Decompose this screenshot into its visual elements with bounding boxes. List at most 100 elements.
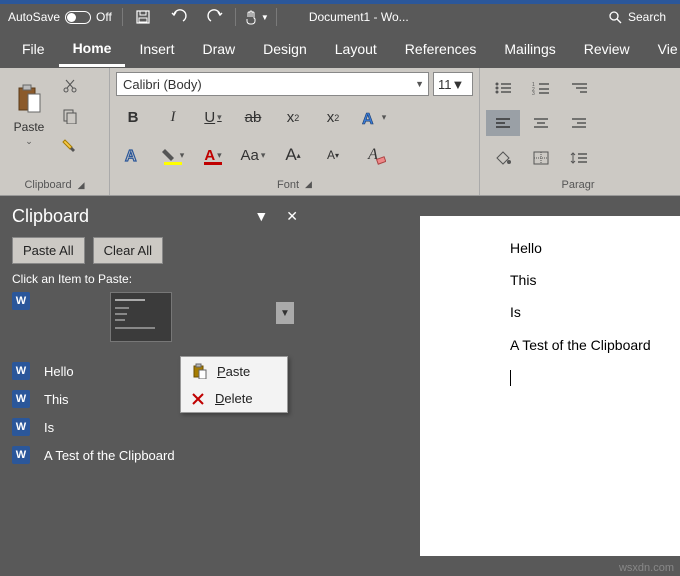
highlight-button[interactable]: ▾ (156, 141, 190, 169)
chevron-down-icon: ▾ (180, 150, 185, 161)
chevron-down-icon: ▼ (415, 79, 424, 89)
underline-button[interactable]: U▾ (196, 104, 230, 132)
multilevel-button[interactable] (562, 75, 596, 101)
ribbon-tabs: File Home Insert Draw Design Layout Refe… (0, 30, 680, 68)
line-spacing-icon (570, 150, 588, 166)
align-left-button[interactable] (486, 110, 520, 136)
tab-references[interactable]: References (391, 33, 491, 65)
clipboard-pane: Clipboard ▼ ✕ Paste All Clear All Click … (0, 196, 310, 576)
font-name-select[interactable]: Calibri (Body)▼ (116, 72, 429, 96)
context-delete[interactable]: Delete (181, 385, 287, 412)
toggle-icon (65, 11, 91, 24)
change-case-button[interactable]: Aa▾ (236, 141, 270, 169)
group-clipboard: Paste ⌄ Clipboard ◢ (0, 68, 110, 195)
bullets-button[interactable] (486, 75, 520, 101)
autosave-state: Off (96, 10, 112, 24)
title-bar: AutoSave Off ▼ Document1 - Wo... Search (0, 0, 680, 30)
numbering-button[interactable]: 123 (524, 75, 558, 101)
align-right-button[interactable] (562, 110, 596, 136)
borders-icon (532, 150, 550, 166)
tab-draw[interactable]: Draw (188, 33, 249, 65)
clipboard-item[interactable]: W Is (12, 418, 298, 436)
undo-button[interactable] (161, 4, 197, 30)
dialog-launcher-icon[interactable]: ◢ (78, 180, 85, 191)
context-menu: Paste Delete (180, 356, 288, 413)
chevron-down-icon: ▾ (261, 150, 266, 161)
clipboard-item[interactable]: W (12, 292, 298, 352)
subscript-button[interactable]: x2 (276, 104, 310, 132)
doc-line: This (510, 264, 680, 296)
search-icon (608, 10, 622, 24)
grow-font-button[interactable]: A▴ (276, 141, 310, 169)
format-painter-button[interactable] (62, 138, 78, 154)
paste-label: Paste (14, 120, 45, 134)
pane-hint: Click an Item to Paste: (12, 272, 298, 286)
svg-text:A: A (362, 111, 374, 128)
word-icon: W (12, 362, 30, 380)
brush-icon (62, 138, 78, 154)
align-right-icon (570, 116, 588, 130)
clipboard-item-text: A Test of the Clipboard (44, 448, 175, 463)
text-effects-button[interactable]: A▾ (356, 104, 390, 132)
document-page[interactable]: Hello This Is A Test of the Clipboard (420, 216, 680, 556)
clipboard-item[interactable]: W A Test of the Clipboard (12, 446, 298, 464)
autosave-toggle[interactable]: AutoSave Off (0, 10, 120, 24)
numbering-icon: 123 (532, 81, 550, 95)
font-size-select[interactable]: 11▼ (433, 72, 473, 96)
redo-icon (206, 9, 224, 25)
tab-design[interactable]: Design (249, 33, 321, 65)
tab-view[interactable]: Vie (644, 33, 680, 65)
pane-options-button[interactable]: ▼ (254, 208, 268, 225)
separator (276, 8, 277, 26)
search-label: Search (628, 10, 666, 24)
separator (235, 8, 236, 26)
paste-all-button[interactable]: Paste All (12, 237, 85, 264)
clear-formatting-button[interactable]: A (356, 141, 390, 169)
clipboard-item-text: Hello (44, 364, 74, 379)
bold-button[interactable]: B (116, 104, 150, 132)
text-effects-icon: A (360, 108, 380, 128)
svg-text:3: 3 (532, 91, 535, 95)
redo-button[interactable] (197, 4, 233, 30)
tab-home[interactable]: Home (59, 32, 126, 67)
tab-layout[interactable]: Layout (321, 33, 391, 65)
touch-mode-button[interactable]: ▼ (238, 4, 274, 30)
save-button[interactable] (125, 4, 161, 30)
align-center-button[interactable] (524, 110, 558, 136)
doc-cursor-line (510, 361, 680, 393)
copy-button[interactable] (62, 108, 78, 124)
document-title: Document1 - Wo... (279, 10, 594, 24)
chevron-down-icon: ▾ (217, 150, 222, 161)
font-color-button[interactable]: A▾ (196, 141, 230, 169)
tab-insert[interactable]: Insert (125, 33, 188, 65)
chevron-down-icon: ⌄ (25, 136, 33, 147)
doc-line: Is (510, 296, 680, 328)
ribbon: Paste ⌄ Clipboard ◢ Calibri (Body)▼ 11▼ … (0, 68, 680, 196)
strikethrough-button[interactable]: ab (236, 104, 270, 132)
italic-button[interactable]: I (156, 104, 190, 132)
align-left-icon (494, 116, 512, 130)
word-icon: W (12, 292, 30, 310)
hand-icon (243, 9, 259, 25)
borders-button[interactable] (524, 145, 558, 171)
group-label-clipboard: Clipboard ◢ (6, 177, 103, 193)
dialog-launcher-icon[interactable]: ◢ (305, 179, 312, 190)
cut-button[interactable] (62, 78, 78, 94)
context-paste[interactable]: Paste (181, 357, 287, 385)
line-spacing-button[interactable] (562, 145, 596, 171)
paste-button[interactable]: Paste ⌄ (6, 72, 52, 154)
tab-file[interactable]: File (8, 33, 59, 65)
superscript-button[interactable]: x2 (316, 104, 350, 132)
search-button[interactable]: Search (594, 10, 680, 24)
shading-button[interactable] (486, 145, 520, 171)
pane-close-button[interactable]: ✕ (286, 208, 298, 225)
tab-mailings[interactable]: Mailings (490, 33, 569, 65)
undo-icon (170, 9, 188, 25)
clear-all-button[interactable]: Clear All (93, 237, 163, 264)
text-outline-button[interactable]: A (116, 141, 150, 169)
bullets-icon (494, 81, 512, 95)
tab-review[interactable]: Review (570, 33, 644, 65)
group-font: Calibri (Body)▼ 11▼ B I U▾ ab x2 x2 A▾ A… (110, 68, 480, 195)
shrink-font-button[interactable]: A▾ (316, 141, 350, 169)
scissors-icon (62, 78, 78, 94)
